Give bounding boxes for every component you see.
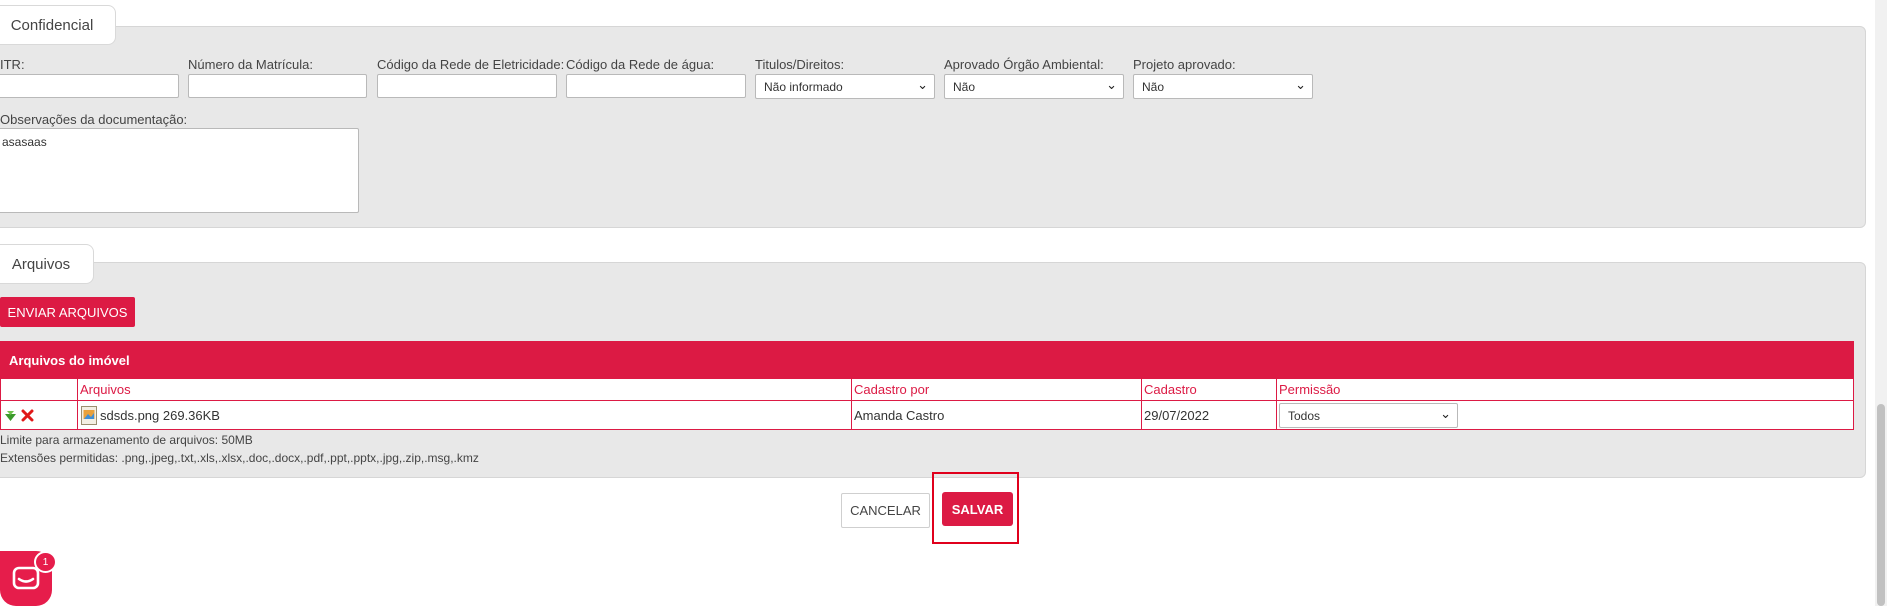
- aprovado-ambiental-select[interactable]: Não ⌄: [944, 74, 1124, 99]
- aprovado-ambiental-value: Não: [953, 79, 976, 94]
- chevron-down-icon: ⌄: [1106, 77, 1117, 92]
- allowed-extensions-text: Extensões permitidas: .png,.jpeg,.txt,.x…: [0, 451, 479, 465]
- arquivos-tab: Arquivos: [0, 244, 94, 284]
- rede-agua-input[interactable]: [566, 74, 746, 98]
- column-header-cadastro-por: Cadastro por: [851, 379, 1141, 400]
- titulos-label: Titulos/Direitos:: [755, 57, 845, 72]
- cancel-button[interactable]: CANCELAR: [841, 493, 930, 528]
- chevron-down-icon: ⌄: [1440, 406, 1451, 421]
- permissao-value: Todos: [1288, 408, 1321, 423]
- chevron-down-icon: ⌄: [1295, 77, 1306, 92]
- projeto-aprovado-select[interactable]: Não ⌄: [1133, 74, 1313, 99]
- chat-badge: 1: [34, 551, 57, 573]
- enviar-arquivos-button[interactable]: ENVIAR ARQUIVOS: [0, 297, 135, 327]
- column-header-arquivos-label: Arquivos: [80, 382, 131, 397]
- permissao-select[interactable]: Todos ⌄: [1279, 403, 1458, 428]
- column-header-permissao-label: Permissão: [1279, 382, 1341, 397]
- save-button-label: SALVAR: [951, 501, 1004, 517]
- column-header-arquivos: Arquivos: [77, 379, 851, 400]
- column-header-cadastro: Cadastro: [1141, 379, 1276, 400]
- itr-input[interactable]: [0, 74, 179, 98]
- projeto-aprovado-label: Projeto aprovado:: [1133, 57, 1236, 72]
- cadastro-por-value: Amanda Castro: [854, 407, 945, 423]
- cancel-button-label: CANCELAR: [850, 503, 921, 518]
- table-row: sdsds.png 269.36KB Amanda Castro 29/07/2…: [0, 401, 1854, 430]
- column-header-cadastro-label: Cadastro: [1144, 382, 1197, 397]
- permissao-cell: Todos ⌄: [1276, 401, 1854, 429]
- column-header-permissao: Permissão: [1276, 379, 1854, 400]
- cadastro-value: 29/07/2022: [1144, 407, 1210, 423]
- file-cell: sdsds.png 269.36KB: [77, 401, 851, 429]
- observacoes-label: Observações da documentação:: [0, 112, 188, 127]
- scrollbar-track[interactable]: [1875, 0, 1887, 606]
- confidencial-title: Confidencial: [10, 16, 94, 34]
- projeto-aprovado-value: Não: [1142, 79, 1165, 94]
- confidencial-tab: Confidencial: [0, 5, 116, 45]
- image-file-icon: [80, 405, 97, 425]
- rede-agua-label: Código da Rede de água:: [566, 57, 715, 72]
- titulos-select[interactable]: Não informado ⌄: [755, 74, 935, 99]
- table-title: Arquivos do imóvel: [9, 352, 130, 368]
- table-title-bar: Arquivos do imóvel: [0, 341, 1854, 379]
- scrollbar-thumb[interactable]: [1877, 404, 1885, 606]
- download-icon[interactable]: [3, 409, 17, 423]
- rede-eletricidade-label: Código da Rede de Eletricidade:: [377, 57, 565, 72]
- cadastro-por-cell: Amanda Castro: [851, 401, 1141, 429]
- arquivos-title: Arquivos: [11, 255, 71, 273]
- rede-eletricidade-input[interactable]: [377, 74, 557, 98]
- file-name[interactable]: sdsds.png 269.36KB: [100, 408, 220, 423]
- observacoes-textarea[interactable]: asasaas: [0, 128, 359, 213]
- storage-limit-text: Limite para armazenamento de arquivos: 5…: [0, 433, 253, 447]
- titulos-value: Não informado: [764, 79, 843, 94]
- itr-label: ITR:: [0, 57, 25, 72]
- column-header-cadastro-por-label: Cadastro por: [854, 382, 930, 397]
- cadastro-cell: 29/07/2022: [1141, 401, 1276, 429]
- chat-badge-count: 1: [42, 556, 49, 568]
- table-header-row: Arquivos Cadastro por Cadastro Permissão: [0, 379, 1854, 401]
- chevron-down-icon: ⌄: [917, 77, 928, 92]
- aprovado-ambiental-label: Aprovado Órgão Ambiental:: [944, 57, 1104, 72]
- delete-icon[interactable]: [20, 408, 34, 422]
- save-button[interactable]: SALVAR: [942, 492, 1013, 526]
- matricula-label: Número da Matrícula:: [188, 57, 313, 72]
- enviar-arquivos-label: ENVIAR ARQUIVOS: [7, 304, 128, 320]
- matricula-input[interactable]: [188, 74, 367, 98]
